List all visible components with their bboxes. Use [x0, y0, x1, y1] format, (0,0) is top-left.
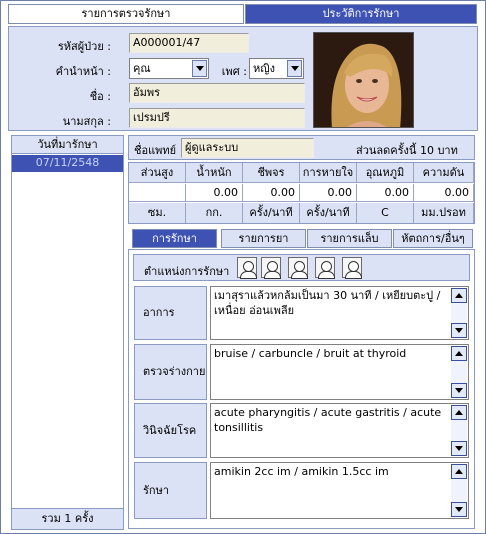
vital-unit: ซม. — [129, 203, 186, 223]
tab-procedures[interactable]: หัตถการ/อื่นๆ — [393, 229, 473, 248]
vital-header: ส่วนสูง — [129, 163, 186, 182]
vital-value[interactable]: 0.00 — [300, 184, 357, 201]
person-icon — [264, 261, 281, 279]
vital-unit: ครั้ง/นาที — [243, 203, 300, 223]
exam-textarea[interactable]: bruise / carbuncle / bruit at thyroid — [210, 344, 469, 400]
scroll-up-icon[interactable] — [451, 405, 467, 420]
doctor-position-button-4[interactable] — [315, 257, 335, 279]
exam-label: ตรวจร่างกาย — [134, 344, 207, 400]
person-icon — [345, 261, 362, 279]
vital-value[interactable] — [129, 184, 186, 201]
scrollbar[interactable] — [451, 346, 467, 398]
scroll-down-icon[interactable] — [451, 502, 467, 517]
scroll-up-icon[interactable] — [451, 346, 467, 361]
vital-value[interactable]: 0.00 — [414, 184, 474, 201]
chevron-down-icon[interactable] — [287, 60, 302, 77]
vital-header: การหายใจ — [300, 163, 357, 182]
diagnosis-textarea[interactable]: acute pharyngitis / acute gastritis / ac… — [210, 403, 469, 458]
treatment-position-label: ตำแหน่งการรักษา — [144, 265, 230, 278]
person-icon — [318, 261, 335, 279]
prefix-label: คำนำหน้า : — [55, 65, 111, 78]
scroll-up-icon[interactable] — [451, 288, 467, 303]
chevron-down-icon[interactable] — [192, 60, 207, 77]
name-label: ชื่อ : — [89, 90, 111, 103]
exam-text: bruise / carbuncle / bruit at thyroid — [214, 347, 407, 360]
name-field[interactable]: อัมพร — [129, 83, 305, 103]
sex-select[interactable]: หญิง — [249, 58, 304, 79]
treatment-textarea[interactable]: amikin 2cc im / amikin 1.5cc im — [210, 462, 469, 519]
surname-label: นามสกุล : — [62, 115, 111, 128]
vital-unit: มม.ปรอท — [414, 203, 474, 223]
hn-field[interactable]: A000001/47 — [129, 33, 249, 53]
visit-total: รวม 1 ครั้ง — [12, 508, 123, 529]
sex-label: เพศ : — [221, 65, 247, 78]
symptoms-textarea[interactable]: เมาสุราแล้วหกล้มเป็นมา 30 นาที / เหยียบต… — [210, 286, 469, 340]
sex-value: หญิง — [253, 62, 275, 75]
vitals-header-row: ส่วนสูง น้ำหนัก ชีพจร การหายใจ อุณหภูมิ ความด… — [129, 163, 474, 183]
doctor-field[interactable]: ผู้ดูแลระบบ — [181, 138, 314, 158]
doctor-position-button-3[interactable] — [288, 257, 308, 279]
person-icon — [291, 261, 308, 279]
doctor-position-button-5[interactable] — [342, 257, 362, 279]
vital-value[interactable]: 0.00 — [186, 184, 243, 201]
portrait-image — [314, 33, 413, 127]
scroll-down-icon[interactable] — [451, 383, 467, 398]
doctor-label: ชื่อแพทย์ — [134, 144, 177, 157]
treatment-text: amikin 2cc im / amikin 1.5cc im — [214, 465, 389, 478]
prefix-select[interactable]: คุณ — [129, 58, 209, 79]
diagnosis-text: acute pharyngitis / acute gastritis / ac… — [214, 406, 442, 434]
vitals-unit-row: ซม. กก. ครั้ง/นาที ครั้ง/นาที C มม.ปรอท — [129, 203, 474, 223]
tab-history[interactable]: ประวัติการรักษา — [245, 4, 477, 24]
treatment-label: รักษา — [134, 462, 207, 519]
scroll-down-icon[interactable] — [451, 441, 467, 456]
vital-unit: C — [357, 203, 414, 223]
tab-treatment[interactable]: การรักษา — [132, 229, 217, 248]
diagnosis-label: วินิจฉัยโรค — [134, 403, 207, 458]
vital-header: ชีพจร — [243, 163, 300, 182]
vital-unit: ครั้ง/นาที — [300, 203, 357, 223]
symptoms-label: อาการ — [134, 286, 207, 340]
vital-header: อุณหภูมิ — [357, 163, 414, 182]
vital-unit: กก. — [186, 203, 243, 223]
tab-labs[interactable]: รายการแล็บ — [307, 229, 392, 248]
vital-header: ความดัน — [414, 163, 474, 182]
vital-header: น้ำหนัก — [186, 163, 243, 182]
scrollbar[interactable] — [451, 405, 467, 456]
visit-date-item[interactable]: 07/11/2548 — [12, 155, 123, 172]
visit-list-header: วันที่มารักษา — [12, 136, 123, 154]
symptoms-text: เมาสุราแล้วหกล้มเป็นมา 30 นาที / เหยียบต… — [214, 289, 441, 317]
scrollbar[interactable] — [451, 288, 467, 338]
scroll-up-icon[interactable] — [451, 464, 467, 479]
discount-text: ส่วนลดครั้งนี้ 10 บาท — [356, 144, 458, 157]
tab-medicines[interactable]: รายการยา — [221, 229, 306, 248]
surname-field[interactable]: เปรมปรี — [129, 108, 305, 128]
visit-list — [11, 135, 124, 530]
doctor-position-button-1[interactable] — [237, 257, 257, 279]
scrollbar[interactable] — [451, 464, 467, 517]
doctor-position-button-2[interactable] — [261, 257, 281, 279]
tab-exam-list[interactable]: รายการตรวจรักษา — [8, 4, 244, 24]
patient-photo — [313, 32, 414, 128]
hn-label: รหัสผู้ป่วย : — [57, 40, 111, 53]
scroll-down-icon[interactable] — [451, 323, 467, 338]
prefix-value: คุณ — [133, 62, 151, 75]
person-icon — [240, 261, 257, 279]
vitals-value-row: 0.00 0.00 0.00 0.00 0.00 — [129, 184, 474, 202]
patient-record-window: รายการตรวจรักษา ประวัติการรักษา รหัสผู้ป… — [0, 0, 486, 534]
vital-value[interactable]: 0.00 — [243, 184, 300, 201]
vital-value[interactable]: 0.00 — [357, 184, 414, 201]
